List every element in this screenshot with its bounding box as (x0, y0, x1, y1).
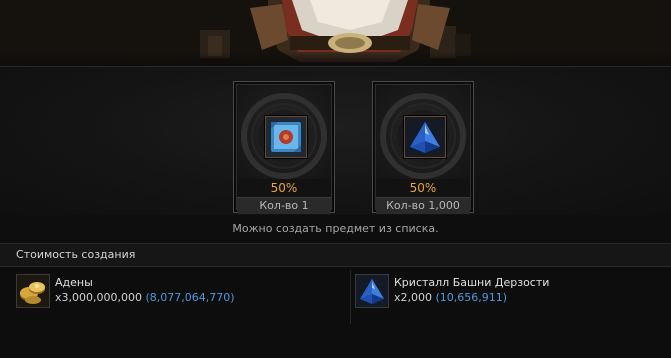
owned-amount: (10,656,911) (435, 291, 508, 304)
owned-amount: (8,077,064,770) (145, 291, 235, 304)
quantity-label: Кол-во 1 (237, 197, 331, 214)
cost-item-name: Адены (55, 276, 93, 289)
slot-frame (376, 85, 470, 179)
required-amount: x2,000 (394, 291, 433, 304)
cost-item-name: Кристалл Башни Дерзости (394, 276, 550, 289)
craft-result-slot[interactable]: 50% Кол-во 1,000 (372, 81, 474, 214)
craft-result-panel: 50% Кол-во 1 50% Кол-во 1,000 (0, 66, 671, 216)
adena-coins-icon (16, 274, 50, 308)
character-artwork (0, 0, 671, 66)
cost-item[interactable]: Адены x3,000,000,000 (8,077,064,770) (12, 270, 346, 324)
craft-result-slot[interactable]: 50% Кол-во 1 (233, 81, 335, 214)
required-amount: x3,000,000,000 (55, 291, 142, 304)
craft-info-text: Можно создать предмет из списка. (0, 215, 671, 243)
success-chance: 50% (409, 181, 437, 195)
cost-item[interactable]: Кристалл Башни Дерзости x2,000 (10,656,9… (350, 270, 671, 324)
blue-crystal-icon (355, 274, 389, 308)
blue-crystal-icon (404, 116, 446, 158)
cost-title: Стоимость создания (16, 248, 136, 261)
blue-scroll-icon (265, 116, 307, 158)
quantity-label: Кол-во 1,000 (376, 197, 470, 214)
cost-item-amount: x2,000 (10,656,911) (394, 291, 507, 304)
success-chance: 50% (270, 181, 298, 195)
cost-header: Стоимость создания (0, 243, 671, 267)
cost-list: Адены x3,000,000,000 (8,077,064,770) Кри… (0, 267, 671, 358)
cost-item-amount: x3,000,000,000 (8,077,064,770) (55, 291, 235, 304)
slot-frame (237, 85, 331, 179)
